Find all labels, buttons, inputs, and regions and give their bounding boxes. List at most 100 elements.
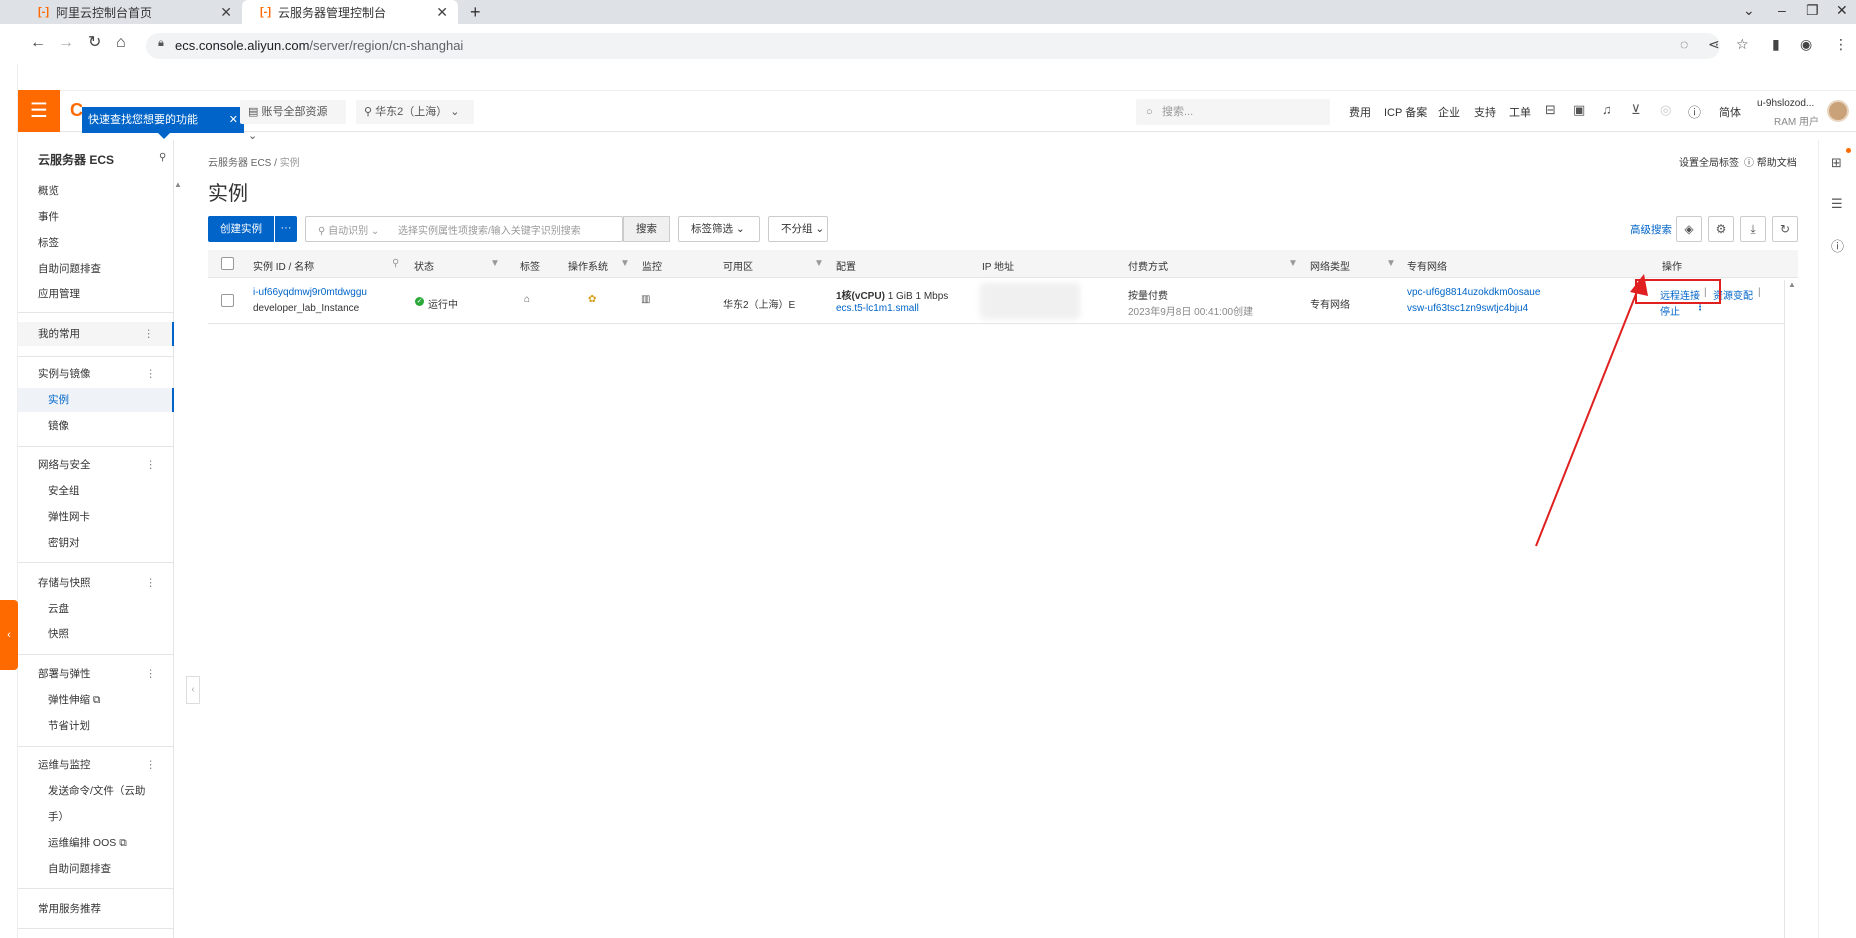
sidebar-item-disks[interactable]: 云盘	[18, 597, 174, 621]
avatar[interactable]	[1827, 100, 1849, 122]
set-global-tags-link[interactable]: 设置全局标签	[1679, 154, 1739, 169]
sidebar-group-deploy-elastic[interactable]: 部署与弹性 ⋮	[18, 662, 174, 686]
scroll-up-icon[interactable]: ▲	[174, 180, 182, 189]
more-dots-icon[interactable]: ⋮	[146, 662, 157, 686]
sidebar-item-send-command-cont[interactable]: 手）	[18, 805, 174, 829]
filter-icon[interactable]: ▼	[490, 258, 500, 269]
sidebar-item-send-command[interactable]: 发送命令/文件（云助	[18, 779, 174, 803]
search-button[interactable]: 搜索	[623, 216, 670, 242]
sidebar-item-security-groups[interactable]: 安全组	[18, 479, 174, 503]
menu-icon[interactable]: ☰	[18, 90, 60, 132]
create-more-button[interactable]: ···	[275, 216, 297, 242]
sidebar-item-savings-plan[interactable]: 节省计划	[18, 714, 174, 738]
region-select[interactable]: ⚲ 华东2（上海） ⌄	[356, 100, 474, 124]
new-tab-icon[interactable]: +	[470, 0, 481, 24]
monitor-chart-icon[interactable]: ▥	[641, 294, 650, 305]
help-docs-link[interactable]: ⓘ 帮助文档	[1744, 154, 1797, 169]
row-checkbox[interactable]	[221, 294, 234, 307]
sidebar-item-self-diagnose-2[interactable]: 自助问题排查	[18, 857, 174, 881]
instance-id-link[interactable]: i-uf66yqdmwj9r0mtdwggu	[253, 287, 367, 298]
settings-gear-icon[interactable]: ⚙	[1708, 216, 1734, 242]
url-text[interactable]: ecs.console.aliyun.com/server/region/cn-…	[175, 38, 463, 53]
help-icon[interactable]: ⓘ	[1688, 102, 1701, 121]
share-icon[interactable]: ⋖	[1708, 36, 1720, 53]
table-scrollbar[interactable]: ▲	[1784, 280, 1798, 938]
filter-icon[interactable]: ▼	[1386, 258, 1396, 269]
link-ticket[interactable]: 工单	[1509, 104, 1531, 120]
link-enterprise[interactable]: 企业	[1438, 104, 1460, 120]
sidebar-item-eni[interactable]: 弹性网卡	[18, 505, 174, 529]
filter-icon[interactable]: ▼	[1288, 258, 1298, 269]
filter-icon[interactable]: ▼	[814, 258, 824, 269]
tab-list-icon[interactable]: ⌄	[1743, 2, 1755, 19]
tag-filter-select[interactable]: 标签筛选 ⌄	[678, 216, 760, 242]
filter-mode-select[interactable]: ⚲ 自动识别 ⌄	[318, 222, 379, 237]
more-dots-icon[interactable]: ⋮	[146, 753, 157, 777]
sidebar-item-instances[interactable]: 实例	[18, 388, 174, 412]
more-dots-icon[interactable]: ⋮	[146, 571, 157, 595]
list-icon[interactable]: ☰	[1831, 196, 1843, 212]
resource-group-select[interactable]: ▤ 账号全部资源 ⌄	[240, 100, 346, 142]
more-dots-icon[interactable]: ⋮	[144, 322, 155, 346]
language-switch[interactable]: 简体	[1719, 104, 1741, 120]
vswitch-link[interactable]: vsw-uf63tsc1zn9swtjc4bju4	[1407, 303, 1528, 314]
more-dots-icon[interactable]: ⋮	[146, 362, 157, 386]
bookmark-star-icon[interactable]: ☆	[1736, 36, 1749, 53]
sidebar-item-auto-scaling[interactable]: 弹性伸缩 ⧉	[18, 688, 174, 712]
download-icon[interactable]: ⤓	[1740, 216, 1766, 242]
notebook-icon[interactable]: ⊞	[1831, 155, 1842, 171]
bell-icon[interactable]: ♫	[1602, 102, 1612, 117]
home-icon[interactable]: ⌂	[116, 34, 126, 52]
forward-icon[interactable]: →	[58, 34, 74, 52]
tag-icon[interactable]: ⌂	[524, 294, 530, 305]
sidebar-item-app-management[interactable]: 应用管理	[18, 282, 174, 306]
close-icon[interactable]: ✕	[229, 107, 238, 133]
instance-type-link[interactable]: ecs.t5-lc1m1.small	[836, 303, 919, 314]
breadcrumb-ecs[interactable]: 云服务器 ECS	[208, 158, 271, 169]
sidebar-group-network-security[interactable]: 网络与安全 ⋮	[18, 453, 174, 477]
eye-off-icon[interactable]: ◌	[1680, 36, 1688, 52]
cart-icon[interactable]: ⊻	[1631, 102, 1641, 118]
reload-icon[interactable]: ↻	[88, 34, 101, 52]
restore-icon[interactable]: ❐	[1806, 2, 1819, 19]
sidebar-item-recommended[interactable]: 常用服务推荐	[18, 897, 174, 921]
sidebar-item-keypairs[interactable]: 密钥对	[18, 531, 174, 555]
sidebar-group-instances-images[interactable]: 实例与镜像 ⋮	[18, 362, 174, 386]
sidebar-item-oos[interactable]: 运维编排 OOS ⧉	[18, 831, 174, 855]
side-panel-icon[interactable]: ▮	[1772, 36, 1780, 53]
sidebar-group-ops-monitoring[interactable]: 运维与监控 ⋮	[18, 753, 174, 777]
vpc-link[interactable]: vpc-uf6g8814uzokdkm0osaue	[1407, 287, 1540, 298]
sidebar-item-events[interactable]: 事件	[18, 205, 174, 229]
sidebar-item-self-diagnose[interactable]: 自助问题排查	[18, 257, 174, 281]
sidebar-search-icon[interactable]: ⚲	[159, 152, 166, 163]
expand-panel-tab[interactable]: ‹	[0, 600, 18, 670]
sidebar-item-snapshots[interactable]: 快照	[18, 622, 174, 646]
sidebar-item-images[interactable]: 镜像	[18, 414, 174, 438]
layers-icon[interactable]: ◈	[1676, 216, 1702, 242]
menu-dots-icon[interactable]: ⋮	[1834, 36, 1848, 53]
sidebar-item-tags[interactable]: 标签	[18, 231, 174, 255]
sidebar-item-my-common[interactable]: 我的常用 ⋮	[18, 322, 174, 346]
scroll-up-icon[interactable]: ▲	[1788, 280, 1796, 289]
close-window-icon[interactable]: ✕	[1836, 2, 1848, 19]
profile-icon[interactable]: ◉	[1800, 36, 1812, 53]
cloud-shell-icon[interactable]: ⊟	[1545, 102, 1556, 118]
select-all-checkbox[interactable]	[221, 257, 234, 270]
advanced-search-link[interactable]: 高级搜索	[1630, 222, 1672, 237]
column-search-icon[interactable]: ⚲	[392, 258, 399, 269]
link-icp[interactable]: ICP 备案	[1384, 104, 1427, 120]
refresh-icon[interactable]: ↻	[1772, 216, 1798, 242]
lightbulb-icon[interactable]: ◎	[1660, 102, 1671, 118]
more-dots-icon[interactable]: ⋮	[146, 453, 157, 477]
filter-icon[interactable]: ▼	[620, 258, 630, 269]
group-select[interactable]: 不分组 ⌄	[768, 216, 828, 242]
close-tab-icon[interactable]: ✕	[220, 4, 232, 21]
link-billing[interactable]: 费用	[1349, 104, 1371, 120]
sidebar-group-storage-snapshots[interactable]: 存储与快照 ⋮	[18, 571, 174, 595]
close-tab-icon[interactable]: ✕	[436, 4, 448, 21]
console-search-input[interactable]: ○ 搜索...	[1136, 99, 1330, 125]
browser-tab-ecs-console[interactable]: [-] 云服务器管理控制台 ✕	[242, 0, 458, 24]
user-name[interactable]: u-9hslozod...	[1757, 98, 1814, 109]
link-support[interactable]: 支持	[1474, 104, 1496, 120]
create-instance-button[interactable]: 创建实例	[208, 216, 274, 242]
